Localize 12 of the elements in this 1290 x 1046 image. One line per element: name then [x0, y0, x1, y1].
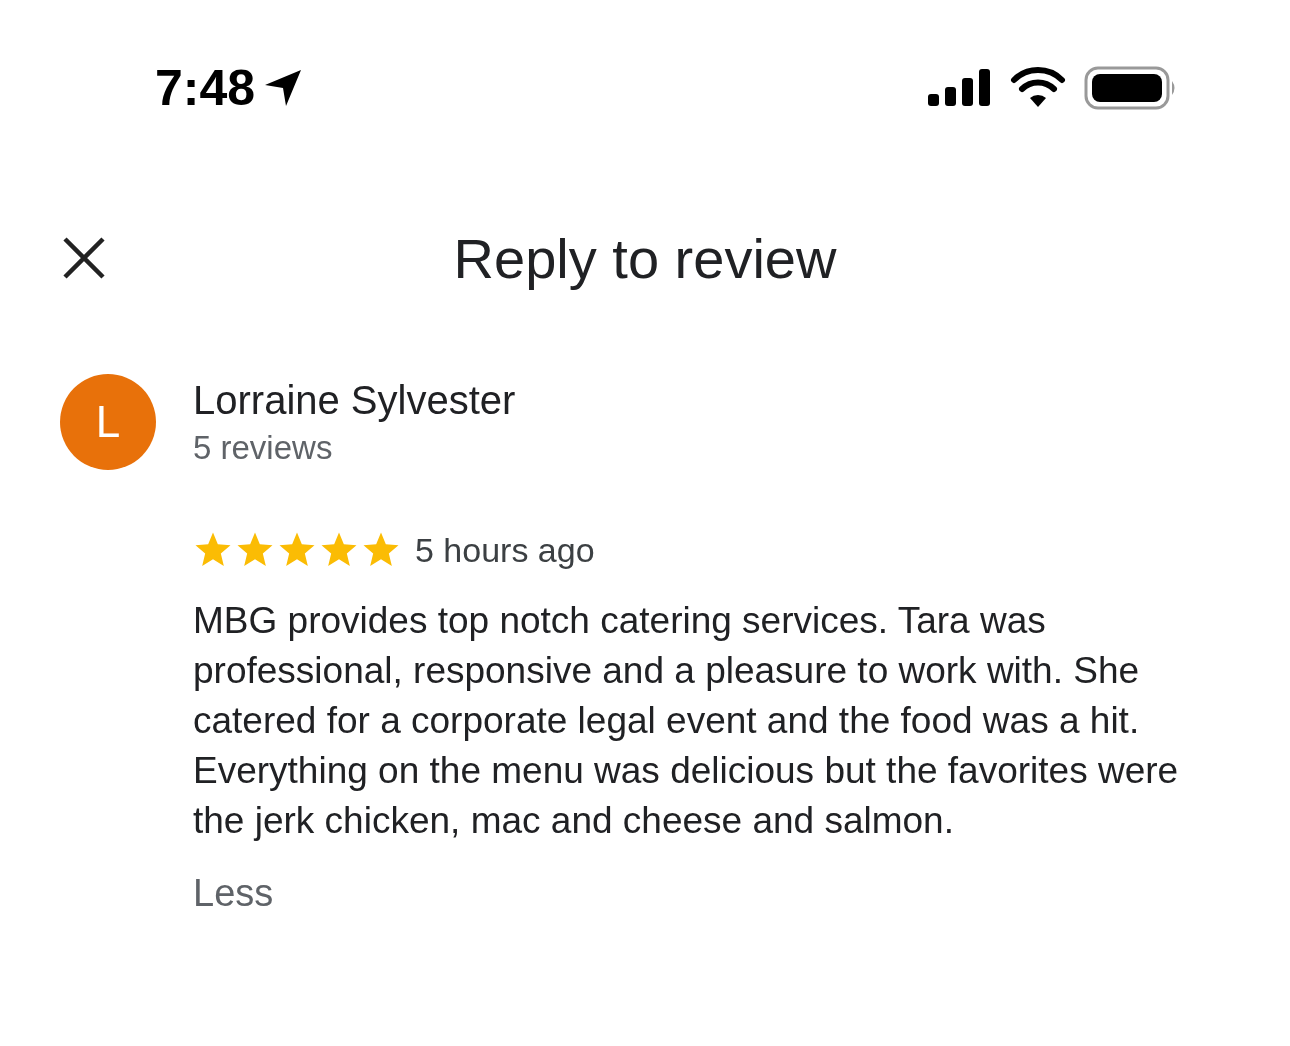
- less-link[interactable]: Less: [193, 872, 274, 915]
- author-review-count: 5 reviews: [193, 428, 334, 467]
- avatar: L: [60, 374, 156, 470]
- close-icon[interactable]: [62, 236, 106, 280]
- location-arrow-icon: [263, 68, 304, 108]
- screen-title: Reply to review: [453, 225, 837, 291]
- review-time: 5 hours ago: [415, 530, 595, 570]
- author-name[interactable]: Lorraine Sylvester: [193, 377, 516, 423]
- signal-icon: [928, 68, 992, 108]
- wifi-icon: [1010, 67, 1066, 109]
- status-time: 7:48: [155, 59, 256, 117]
- review-text: MBG provides top notch catering services. Tara was professional, responsive and a pleasure to work with. She catered for a corporate legal event and the food was a hit. Everything on the menu was delicious but the favorites were the jerk chicken, mac and cheese and salmon.: [193, 599, 1180, 843]
